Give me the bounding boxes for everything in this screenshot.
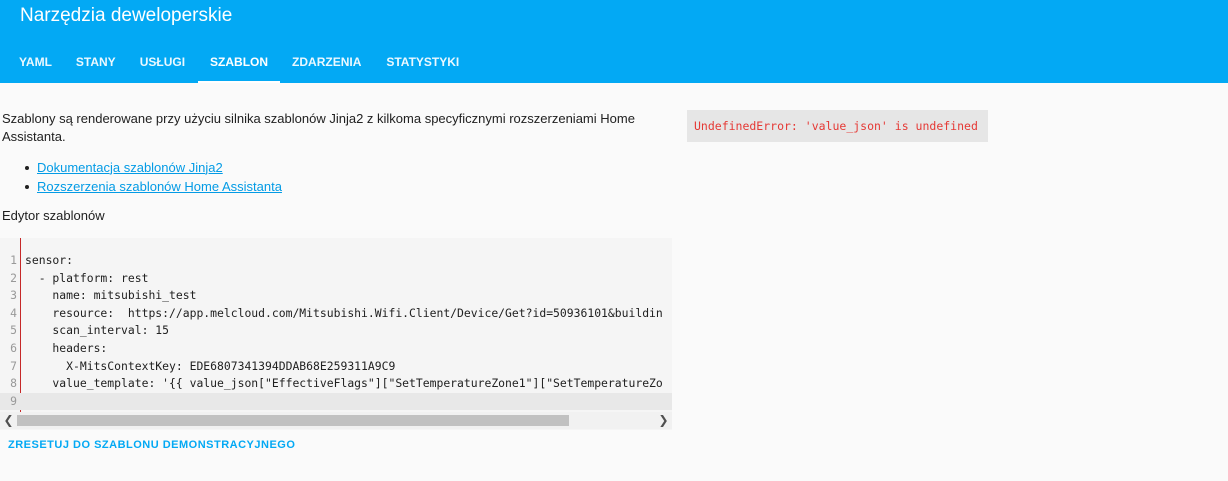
bullet-icon: [25, 184, 29, 189]
line-number: 6: [10, 340, 17, 355]
code-line[interactable]: 2 - platform: rest: [0, 270, 672, 288]
tab-services[interactable]: USŁUGI: [140, 44, 185, 83]
line-number: 3: [10, 288, 17, 303]
line-text: X-MitsContextKey: EDE6807341394DDAB68E25…: [25, 358, 396, 373]
tab-states[interactable]: STANY: [76, 44, 116, 83]
tab-yaml[interactable]: YAML: [19, 44, 52, 83]
line-text: - platform: rest: [25, 270, 149, 285]
code-line[interactable]: 3 name: mitsubishi_test: [0, 287, 672, 305]
code-line[interactable]: 7 X-MitsContextKey: EDE6807341394DDAB68E…: [0, 358, 672, 376]
tab-events[interactable]: ZDARZENIA: [292, 44, 361, 83]
code-line-current[interactable]: 9: [0, 392, 672, 411]
template-result-error: UndefinedError: 'value_json' is undefine…: [687, 110, 988, 142]
app-header: Narzędzia deweloperskie YAML STANY USŁUG…: [0, 0, 1228, 83]
line-number: 7: [10, 358, 17, 373]
tab-template[interactable]: SZABLON: [198, 44, 281, 83]
doc-links: Dokumentacja szablonów Jinja2 Rozszerzen…: [25, 158, 282, 196]
list-item: Dokumentacja szablonów Jinja2: [25, 158, 282, 177]
line-number: 5: [10, 323, 17, 338]
code-line[interactable]: 8 value_template: '{{ value_json["Effect…: [0, 375, 672, 393]
code-line[interactable]: 1 sensor:: [0, 252, 672, 270]
intro-text: Szablony są renderowane przy użyciu siln…: [2, 111, 635, 144]
line-text: name: mitsubishi_test: [25, 288, 197, 303]
link-ha-template-extensions[interactable]: Rozszerzenia szablonów Home Assistanta: [37, 178, 282, 196]
template-editor[interactable]: 1 sensor: 2 - platform: rest 3 name: mits…: [0, 238, 672, 430]
editor-label: Edytor szablonów: [2, 208, 105, 223]
line-number: 1: [10, 253, 17, 267]
link-jinja2-docs[interactable]: Dokumentacja szablonów Jinja2: [37, 159, 223, 177]
line-text: resource: https://app.melcloud.com/Mitsu…: [25, 305, 663, 320]
line-text: sensor:: [25, 253, 74, 267]
bullet-icon: [25, 165, 29, 170]
code-area[interactable]: 1 sensor: 2 - platform: rest 3 name: mits…: [0, 252, 672, 411]
tab-statistics[interactable]: STATYSTYKI: [386, 44, 459, 83]
list-item: Rozszerzenia szablonów Home Assistanta: [25, 177, 282, 196]
line-text: value_template: '{{ value_json["Effectiv…: [25, 376, 663, 391]
chevron-left-icon[interactable]: ❮: [0, 412, 17, 429]
code-line[interactable]: 4 resource: https://app.melcloud.com/Mit…: [0, 305, 672, 323]
line-number: 4: [10, 305, 17, 320]
line-number: 9: [10, 393, 17, 408]
code-line[interactable]: 6 headers:: [0, 340, 672, 358]
horizontal-scrollbar[interactable]: ❮ ❯: [0, 412, 672, 429]
chevron-right-icon[interactable]: ❯: [655, 412, 672, 429]
line-number: 2: [10, 270, 17, 285]
page-title: Narzędzia deweloperskie: [20, 5, 233, 26]
code-line[interactable]: 5 scan_interval: 15: [0, 322, 672, 340]
line-text: headers:: [25, 340, 108, 355]
line-text: scan_interval: 15: [25, 323, 170, 338]
tab-bar: YAML STANY USŁUGI SZABLON ZDARZENIA STAT…: [0, 44, 459, 83]
scrollbar-thumb[interactable]: [17, 415, 569, 426]
line-number: 8: [10, 376, 17, 391]
reset-to-demo-template-button[interactable]: ZRESETUJ DO SZABLONU DEMONSTRACYJNEGO: [8, 439, 295, 451]
